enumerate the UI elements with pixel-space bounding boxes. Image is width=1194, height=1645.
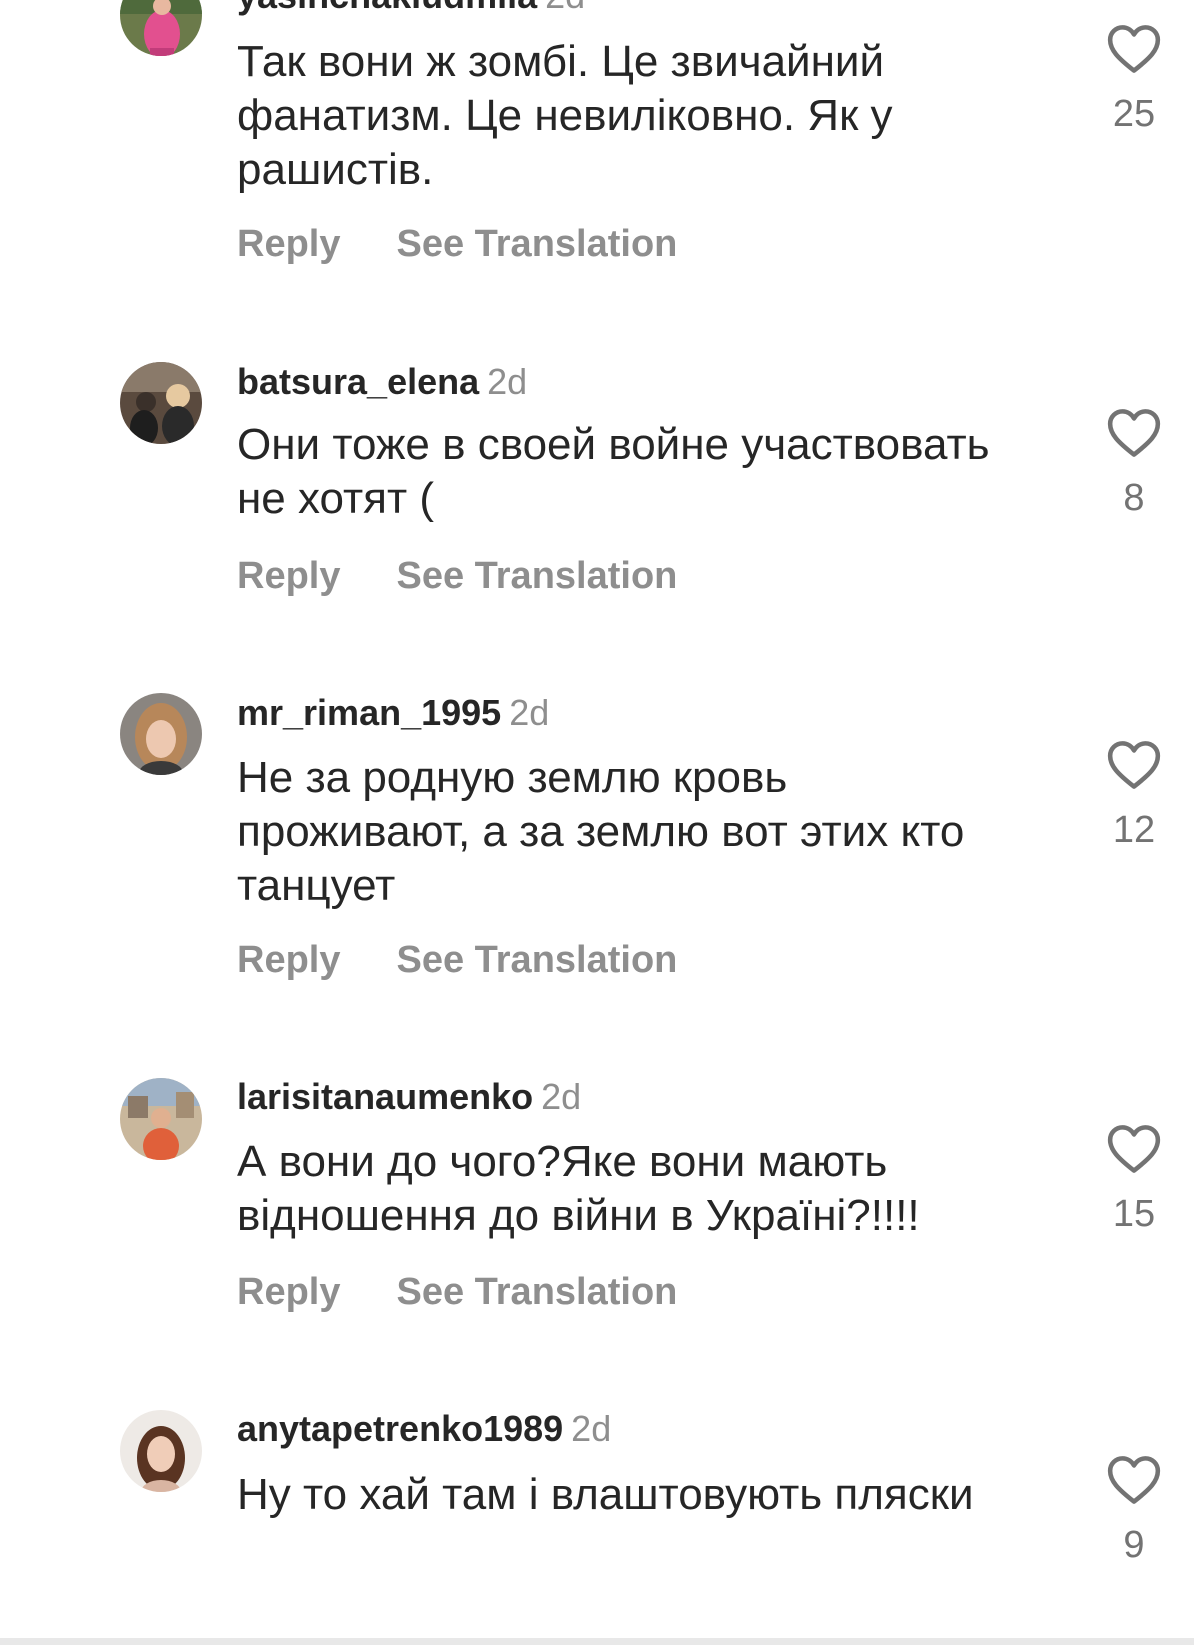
avatar[interactable] xyxy=(120,1078,202,1160)
comment-text: А вони до чого?Яке вони мають відношення… xyxy=(237,1137,920,1240)
like-group: 8 xyxy=(1098,408,1170,520)
timestamp: 2d xyxy=(487,361,528,402)
comment-meta: batsura_elena 2d xyxy=(237,362,527,402)
reply-button[interactable]: Reply xyxy=(237,1271,340,1313)
comment-actions: Reply See Translation xyxy=(237,222,677,266)
reply-button[interactable]: Reply xyxy=(237,223,340,265)
like-count: 12 xyxy=(1112,809,1156,851)
comment-text: Они тоже в своей войне участвовать не хо… xyxy=(237,420,990,523)
timestamp: 2d xyxy=(541,1076,582,1117)
comment-meta: yasinchakludmila 2d xyxy=(237,0,585,16)
comment-text: Не за родную землю кровь проживают, а за… xyxy=(237,753,965,910)
comment-text: Ну то хай там і влаштовують пляски xyxy=(237,1470,974,1519)
like-count: 9 xyxy=(1123,1524,1145,1566)
avatar[interactable] xyxy=(120,0,202,56)
see-translation-button[interactable]: See Translation xyxy=(396,939,677,981)
comment-actions: Reply See Translation xyxy=(237,1270,677,1314)
avatar-image xyxy=(120,1410,202,1492)
avatar[interactable] xyxy=(120,693,202,775)
like-count: 15 xyxy=(1112,1193,1156,1235)
comment-meta: anytapetrenko1989 2d xyxy=(237,1409,611,1449)
like-group: 15 xyxy=(1098,1124,1170,1236)
comment-actions: Reply See Translation xyxy=(237,938,677,982)
avatar-image xyxy=(120,0,202,56)
avatar[interactable] xyxy=(120,1410,202,1492)
username[interactable]: anytapetrenko1989 xyxy=(237,1408,563,1449)
like-group: 9 xyxy=(1098,1455,1170,1567)
see-translation-button[interactable]: See Translation xyxy=(396,223,677,265)
comment-actions: Reply See Translation xyxy=(237,554,677,598)
username[interactable]: mr_riman_1995 xyxy=(237,692,501,733)
avatar-image xyxy=(120,362,202,444)
like-group: 12 xyxy=(1098,740,1170,852)
reply-button[interactable]: Reply xyxy=(237,555,340,597)
like-count: 25 xyxy=(1112,93,1156,135)
username[interactable]: larisitanaumenko xyxy=(237,1076,533,1117)
timestamp: 2d xyxy=(571,1408,612,1449)
like-count: 8 xyxy=(1123,477,1145,519)
heart-outline-icon[interactable] xyxy=(1106,1124,1162,1174)
see-translation-button[interactable]: See Translation xyxy=(396,555,677,597)
username[interactable]: yasinchakludmila xyxy=(237,0,537,16)
like-group: 25 xyxy=(1098,24,1170,136)
avatar-image xyxy=(120,1078,202,1160)
avatar[interactable] xyxy=(120,362,202,444)
heart-outline-icon[interactable] xyxy=(1106,24,1162,74)
avatar-image xyxy=(120,693,202,775)
heart-outline-icon[interactable] xyxy=(1106,740,1162,790)
username[interactable]: batsura_elena xyxy=(237,361,479,402)
see-translation-button[interactable]: See Translation xyxy=(396,1271,677,1313)
heart-outline-icon[interactable] xyxy=(1106,1455,1162,1505)
comment-text: Так вони ж зомбі. Це звичайний фанатизм.… xyxy=(237,37,893,194)
heart-outline-icon[interactable] xyxy=(1106,408,1162,458)
bottom-divider xyxy=(0,1638,1194,1645)
timestamp: 2d xyxy=(509,692,550,733)
timestamp: 2d xyxy=(545,0,585,16)
comment-meta: mr_riman_1995 2d xyxy=(237,693,549,733)
comment-meta: larisitanaumenko 2d xyxy=(237,1077,581,1117)
reply-button[interactable]: Reply xyxy=(237,939,340,981)
